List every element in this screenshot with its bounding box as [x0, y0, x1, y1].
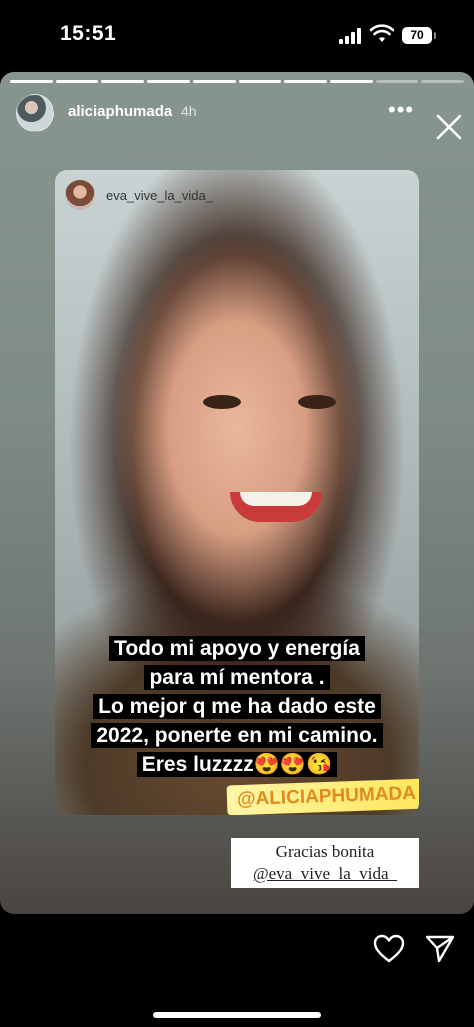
text-sticker-mention[interactable]: @eva_vive_la_vida_: [231, 863, 419, 885]
close-icon[interactable]: [434, 112, 464, 142]
caption-line: Lo mejor q me ha dado este: [93, 694, 381, 719]
shared-post-card[interactable]: eva_vive_la_vida_ Todo mi apoyo y energí…: [55, 170, 419, 815]
progress-segment: [10, 80, 53, 83]
progress-segment: [147, 80, 190, 83]
status-time: 15:51: [60, 22, 117, 45]
caption-line: Todo mi apoyo y energía: [109, 636, 365, 661]
shared-post-username[interactable]: eva_vive_la_vida_: [106, 188, 213, 203]
wifi-icon: [370, 24, 394, 42]
progress-segment: [101, 80, 145, 83]
story-caption: Todo mi apoyo y energía para mí mentora …: [79, 634, 395, 779]
progress-segment: [238, 80, 282, 83]
send-icon[interactable]: [424, 934, 456, 964]
heart-icon[interactable]: [373, 934, 405, 964]
shared-post-avatar[interactable]: [65, 180, 95, 210]
signal-icon: [339, 28, 363, 44]
progress-segment: [375, 80, 419, 83]
progress-segment: [192, 80, 236, 83]
progress-segment: [421, 80, 465, 83]
story-username[interactable]: aliciaphumada: [68, 103, 172, 120]
caption-line: 2022, ponerte en mi camino.: [91, 723, 383, 748]
progress-segment: [329, 80, 373, 83]
text-sticker: Gracias bonita @eva_vive_la_vida_: [231, 838, 419, 888]
text-sticker-line: Gracias bonita: [275, 842, 375, 861]
more-icon[interactable]: •••: [388, 99, 414, 124]
progress-segment: [55, 80, 99, 83]
story-viewer[interactable]: aliciaphumada 4h ••• eva_vive_la_vida_ T…: [0, 72, 474, 914]
photo-eye-right: [298, 395, 336, 409]
status-bar: 15:51 70: [0, 0, 474, 70]
caption-line: Eres luzzzz😍😍😘: [136, 752, 338, 777]
avatar[interactable]: [16, 94, 54, 132]
caption-line: para mí mentora .: [144, 665, 330, 690]
story-header: aliciaphumada 4h •••: [0, 90, 474, 140]
progress-segment: [284, 80, 327, 83]
home-indicator[interactable]: [153, 1012, 321, 1018]
photo-teeth: [240, 492, 312, 506]
battery-indicator: 70: [402, 27, 436, 44]
mention-sticker[interactable]: @ALICIAPHUMADA: [226, 778, 419, 815]
story-footer: [0, 914, 474, 1027]
photo-eye-left: [203, 395, 241, 409]
story-time-ago: 4h: [181, 103, 197, 119]
story-progress-bar: [10, 80, 465, 83]
